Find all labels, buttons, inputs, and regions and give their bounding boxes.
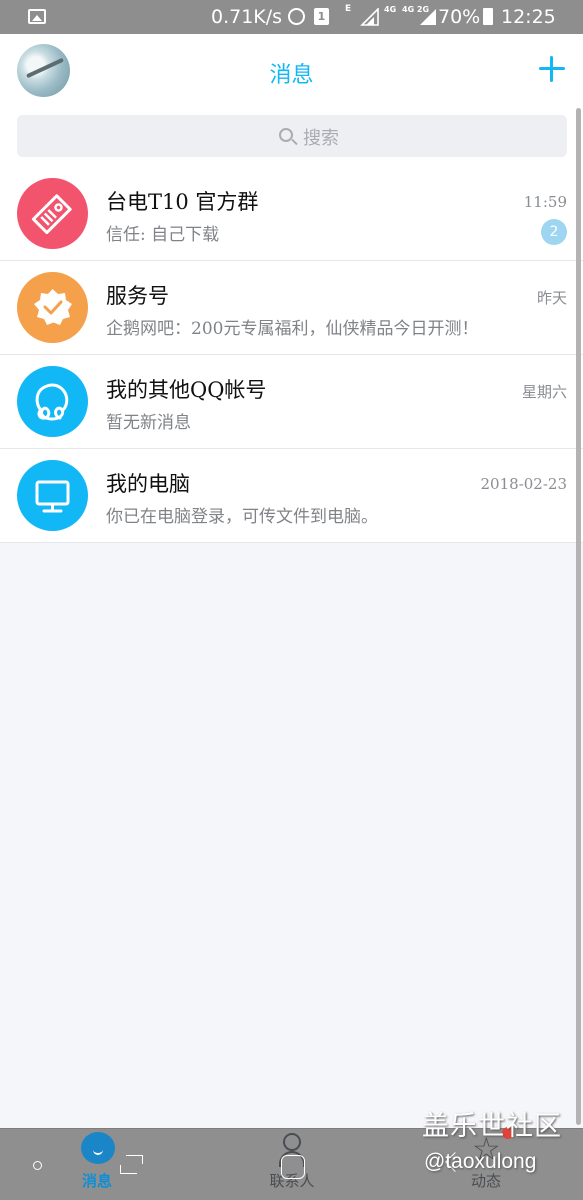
linked-accounts-icon xyxy=(35,383,69,421)
watermark-title: 盖乐世社区 xyxy=(422,1111,562,1142)
page-title: 消息 xyxy=(269,63,314,88)
plus-icon[interactable] xyxy=(532,49,572,89)
conversation-time: 2018-02-23 xyxy=(480,475,567,493)
conversation-preview: 信任: 自己下载 xyxy=(106,225,220,245)
search-placeholder: 搜索 xyxy=(303,128,339,149)
conversation-preview: 你已在电脑登录，可传文件到电脑。 xyxy=(106,507,378,527)
unread-badge: 2 xyxy=(541,219,567,245)
verified-badge-icon xyxy=(34,289,72,325)
home-icon[interactable] xyxy=(281,1155,305,1179)
conversation-name: 我的电脑 xyxy=(106,472,190,496)
other-accounts-avatar xyxy=(17,366,88,437)
conversation-time: 星期六 xyxy=(521,383,567,401)
watermark-user: @taoxulong xyxy=(424,1150,537,1173)
search-bar: 搜索 xyxy=(0,110,583,168)
recents-icon[interactable] xyxy=(120,1155,143,1179)
search-icon xyxy=(279,128,293,142)
tag-icon xyxy=(31,194,72,235)
conversation-preview: 企鹅网吧：200元专属福利，仙侠精品今日开测！ xyxy=(106,319,479,339)
scrollbar[interactable] xyxy=(576,108,581,1125)
clock: 12:25 xyxy=(501,6,556,28)
conversation-list: 台电T10 官方群 信任: 自己下载 11:59 2 服务号 企鹅网吧：200元… xyxy=(0,167,583,543)
signal-strength-icon xyxy=(360,8,379,26)
network-speed: 0.71K/s xyxy=(211,6,283,28)
battery-icon xyxy=(483,8,493,25)
group-avatar xyxy=(17,178,88,249)
gallery-notification-icon xyxy=(28,9,46,24)
conversation-name: 我的其他QQ帐号 xyxy=(106,378,267,402)
status-bar: 0.71K/s 1 E 4G 4G 2G 70% 12:25 xyxy=(0,0,583,34)
network-type-4g: 4G xyxy=(384,5,397,14)
my-computer-avatar xyxy=(17,460,88,531)
nav-dot-icon[interactable] xyxy=(33,1161,42,1170)
battery-percent: 70% xyxy=(438,6,481,28)
alarm-icon xyxy=(288,8,305,25)
conversation-item[interactable]: 服务号 企鹅网吧：200元专属福利，仙侠精品今日开测！ 昨天 xyxy=(0,261,583,355)
conversation-item[interactable]: 我的电脑 你已在电脑登录，可传文件到电脑。 2018-02-23 xyxy=(0,449,583,543)
conversation-time: 11:59 xyxy=(523,193,567,211)
sim-slot-icon: 1 xyxy=(314,8,329,25)
chat-bubble-icon xyxy=(81,1132,115,1164)
conversation-time: 昨天 xyxy=(536,289,567,307)
conversation-preview: 暂无新消息 xyxy=(106,413,191,433)
signal-strength-icon-2 xyxy=(420,9,436,25)
service-avatar xyxy=(17,272,88,343)
conversation-item[interactable]: 我的其他QQ帐号 暂无新消息 星期六 xyxy=(0,355,583,449)
header: 消息 xyxy=(0,34,583,110)
monitor-icon xyxy=(35,480,70,513)
conversation-name: 台电T10 官方群 xyxy=(106,190,259,214)
conversation-name: 服务号 xyxy=(106,284,169,308)
network-type-e: E xyxy=(345,4,352,14)
conversation-item[interactable]: 台电T10 官方群 信任: 自己下载 11:59 2 xyxy=(0,167,583,261)
search-input[interactable]: 搜索 xyxy=(17,115,567,157)
